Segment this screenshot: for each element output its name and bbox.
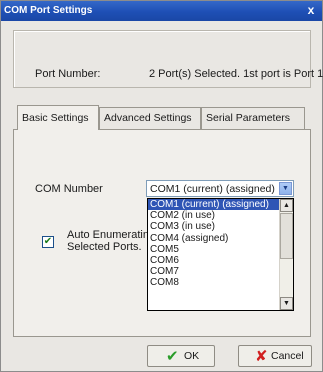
scroll-up-icon[interactable]: ▲ [280,199,293,212]
title-bar[interactable]: COM Port Settings x [1,1,322,21]
com-number-select[interactable]: COM1 (current) (assigned) ▼ [146,180,294,197]
scroll-thumb[interactable] [280,213,293,259]
dialog-title: COM Port Settings [4,5,93,16]
list-item[interactable] [148,289,280,300]
checkmark-icon: ✔ [166,348,179,365]
chevron-down-icon[interactable]: ▼ [279,182,292,195]
tab-serial-parameters[interactable]: Serial Parameters [201,107,305,129]
com-port-settings-dialog: COM Port Settings x Port Number: 2 Port(… [0,0,323,372]
list-item[interactable]: COM2 (in use) [148,210,280,221]
com-number-label: COM Number [35,183,103,195]
port-number-group: Port Number: 2 Port(s) Selected. 1st por… [13,30,323,88]
scroll-down-icon[interactable]: ▼ [280,297,293,310]
close-icon[interactable]: x [304,4,318,18]
dropdown-scrollbar[interactable]: ▲ ▼ [279,199,293,310]
cross-icon: ✘ [255,348,268,365]
com-number-dropdown-list: COM1 (current) (assigned) COM2 (in use) … [147,198,294,311]
port-number-value: 2 Port(s) Selected. 1st port is Port 1 [149,68,323,80]
list-item[interactable]: COM1 (current) (assigned) [148,199,280,211]
auto-enumerate-label-line2: Selected Ports. [67,241,142,253]
list-item[interactable]: COM7 [148,266,280,277]
cancel-button-label: Cancel [271,350,304,362]
list-item[interactable]: COM5 [148,244,280,255]
cancel-button[interactable]: ✘ Cancel [238,345,312,367]
auto-enumerate-label-line1: Auto Enumerating [67,229,156,241]
port-number-label: Port Number: [35,68,101,80]
ok-button[interactable]: ✔ OK [147,345,215,367]
ok-button-label: OK [184,350,200,362]
dropdown-options: COM1 (current) (assigned) COM2 (in use) … [148,199,280,300]
list-item[interactable]: COM3 (in use) [148,221,280,232]
tab-advanced-settings[interactable]: Advanced Settings [99,107,201,129]
list-item[interactable]: COM8 [148,277,280,288]
auto-enumerate-checkbox[interactable]: ✔ [42,236,54,248]
com-number-selected-value: COM1 (current) (assigned) [150,183,275,195]
list-item[interactable]: COM6 [148,255,280,266]
list-item[interactable]: COM4 (assigned) [148,233,280,244]
tab-basic-settings[interactable]: Basic Settings [17,105,99,130]
